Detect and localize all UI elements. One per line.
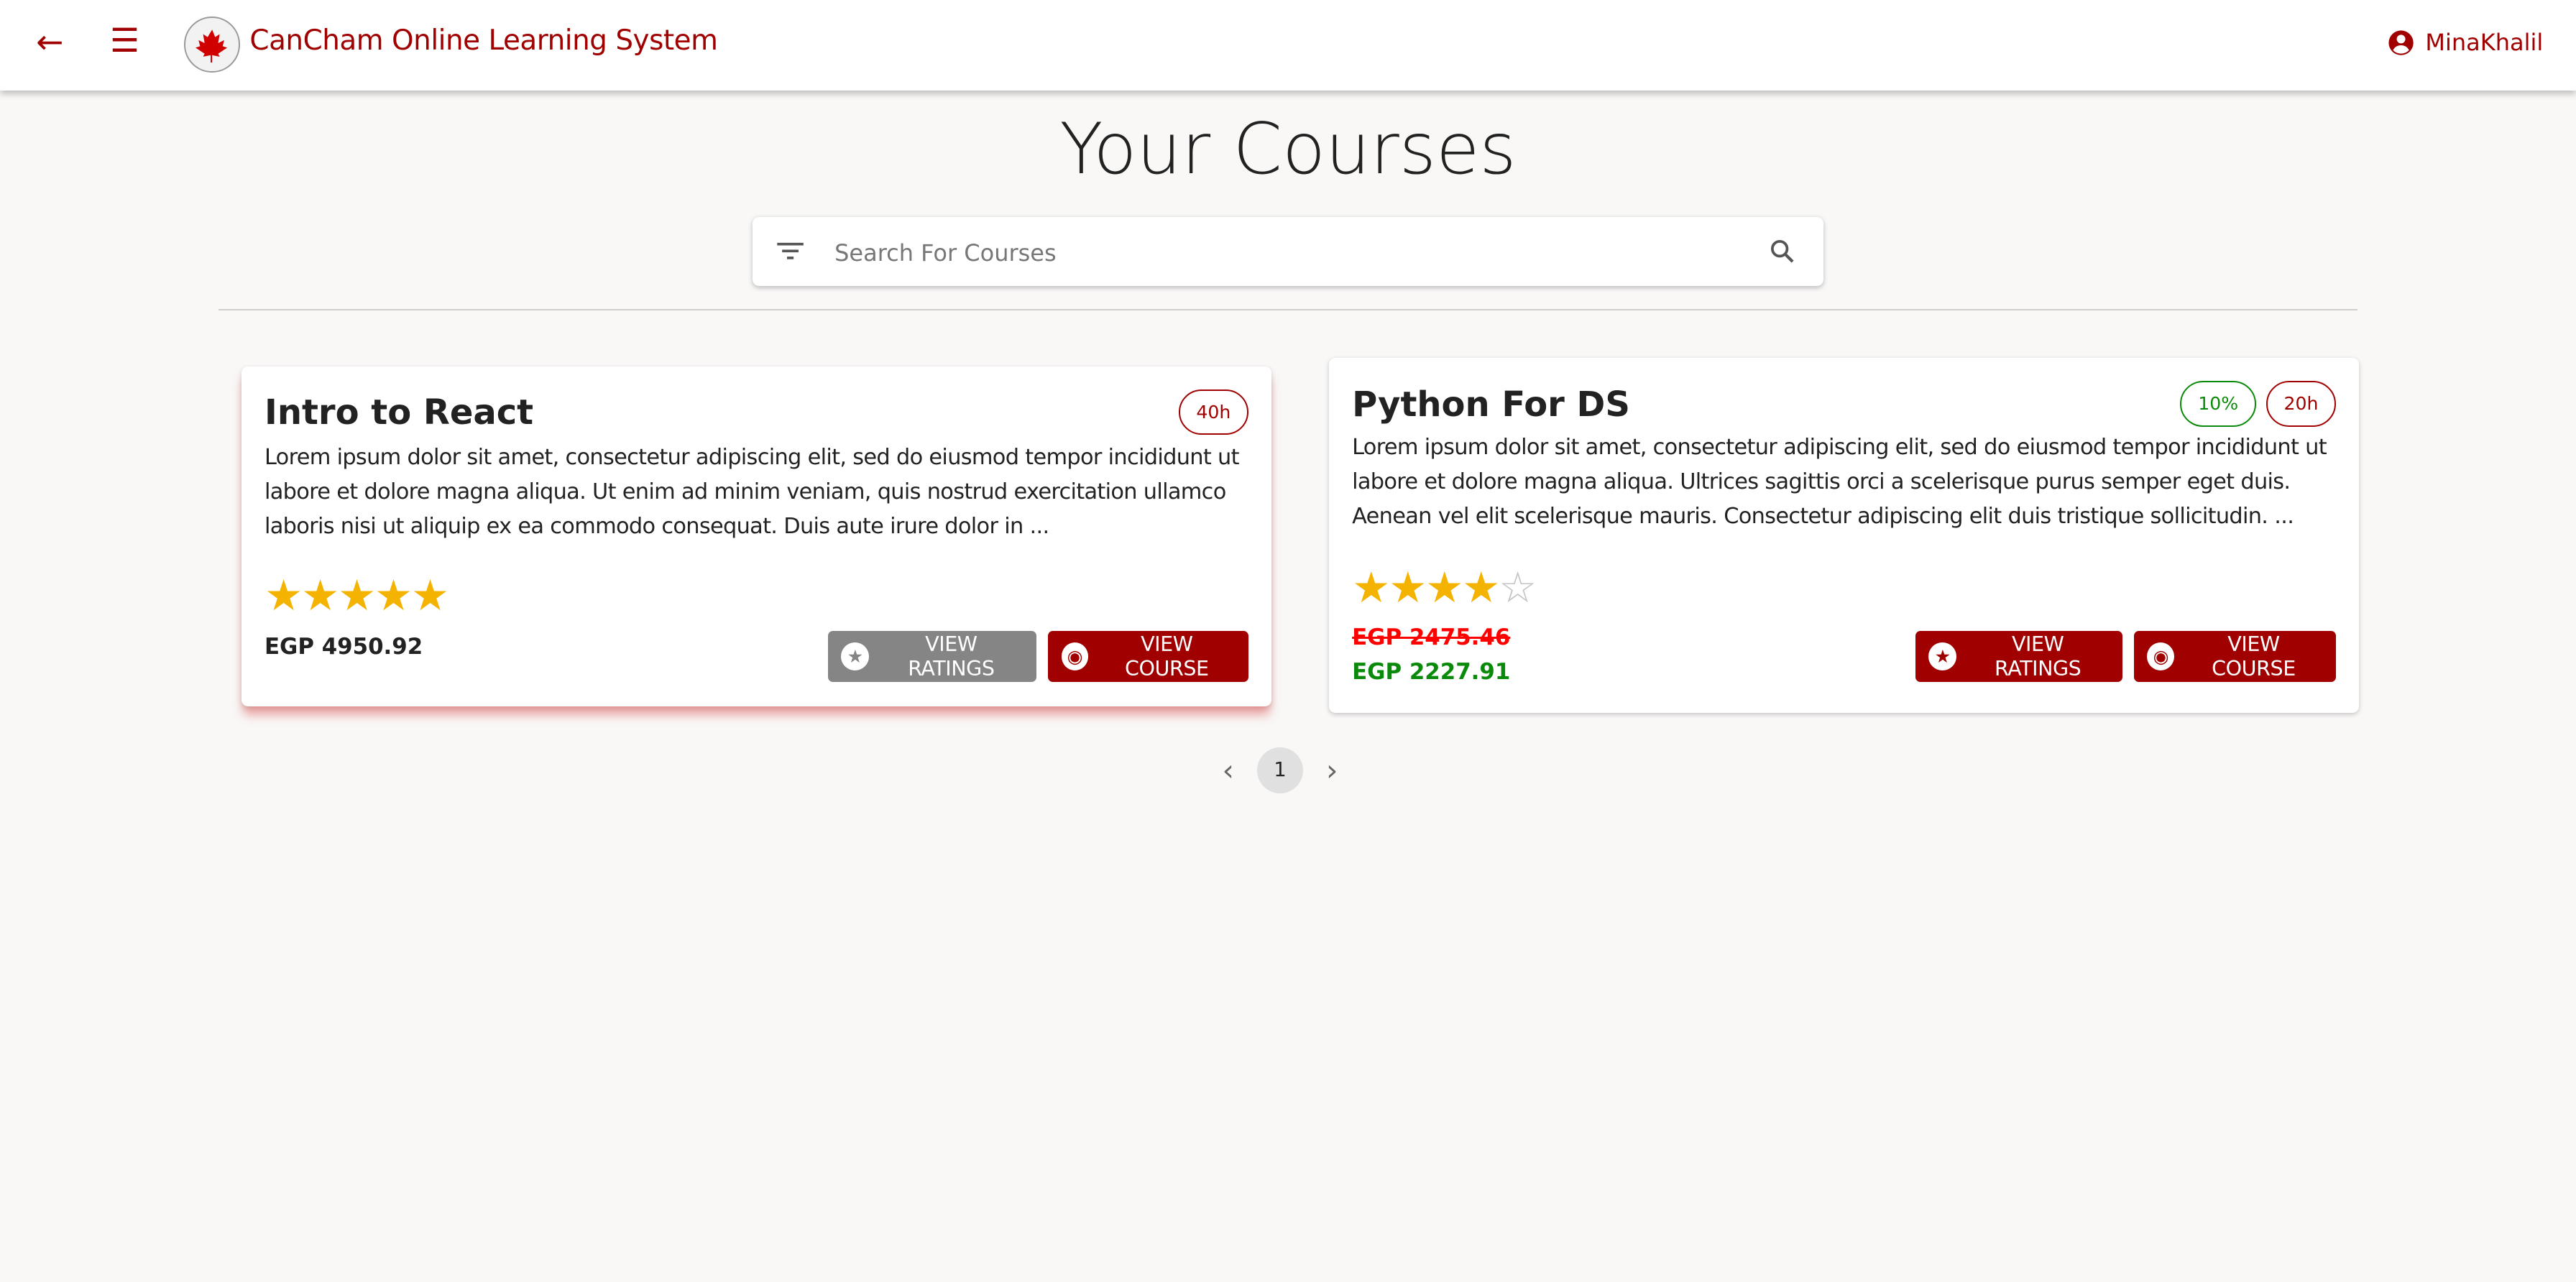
search-input[interactable] [831,216,1758,290]
page-1-button[interactable]: 1 [1256,747,1303,793]
discount-chip: 10% [2180,381,2256,427]
star-circle-icon: ★ [1928,642,1956,670]
menu-icon[interactable]: ☰ [110,22,139,60]
star-icon: ★ [1425,563,1463,613]
old-price: EGP 2475.46 [1352,624,1511,650]
view-course-button[interactable]: ◉ VIEW COURSE [2134,630,2337,682]
view-course-button[interactable]: ◉ VIEW COURSE [1048,630,1249,682]
app-header: ← ☰ CanCham Online Learning System MinaK… [0,0,2576,91]
star-icon: ★ [264,571,303,622]
user-menu[interactable]: MinaKhalil [2386,28,2544,57]
star-outline-icon: ☆ [1499,563,1537,613]
star-icon: ★ [337,571,376,622]
view-ratings-button[interactable]: ★ VIEW RATINGS [827,630,1037,682]
page-title: Your Courses [1059,108,1517,190]
pagination: ‹ 1 › [1215,747,1344,793]
star-icon: ★ [374,571,413,622]
course-description: Lorem ipsum dolor sit amet, consectetur … [264,444,1240,539]
course-price: EGP 2227.91 [1352,658,1511,685]
search-bar [752,216,1824,290]
course-title: Python For DS [1352,384,1630,425]
divider [218,308,2358,310]
app-title[interactable]: CanCham Online Learning System [249,24,717,57]
rating-stars: ★★★★★ [264,571,449,622]
eye-icon: ◉ [1061,642,1089,670]
username: MinaKhalil [2425,29,2544,57]
star-icon: ★ [300,571,339,622]
prev-page-button[interactable]: ‹ [1215,753,1241,788]
course-card[interactable]: Python For DS 10% 20h Lorem ipsum dolor … [1329,358,2360,713]
eye-icon: ◉ [2147,642,2175,670]
filter-icon[interactable] [776,238,805,264]
search-icon[interactable] [1767,236,1797,266]
course-card[interactable]: Intro to React 40h Lorem ipsum dolor sit… [241,366,1272,706]
star-icon: ★ [1352,563,1390,613]
star-circle-icon: ★ [841,642,870,670]
course-title: Intro to React [264,392,534,433]
star-icon: ★ [1389,563,1427,613]
cancham-logo [183,16,240,73]
next-page-button[interactable]: › [1320,753,1345,788]
hours-chip: 40h [1178,389,1249,435]
star-icon: ★ [1462,563,1500,613]
view-ratings-button[interactable]: ★ VIEW RATINGS [1915,630,2123,682]
star-icon: ★ [410,571,449,622]
course-description: Lorem ipsum dolor sit amet, consectetur … [1352,434,2327,529]
arrow-back-icon[interactable]: ← [36,23,63,61]
course-price: EGP 4950.92 [264,634,423,660]
hours-chip: 20h [2266,381,2337,427]
rating-stars: ★★★★☆ [1352,563,1537,613]
account-circle-icon [2388,30,2414,55]
